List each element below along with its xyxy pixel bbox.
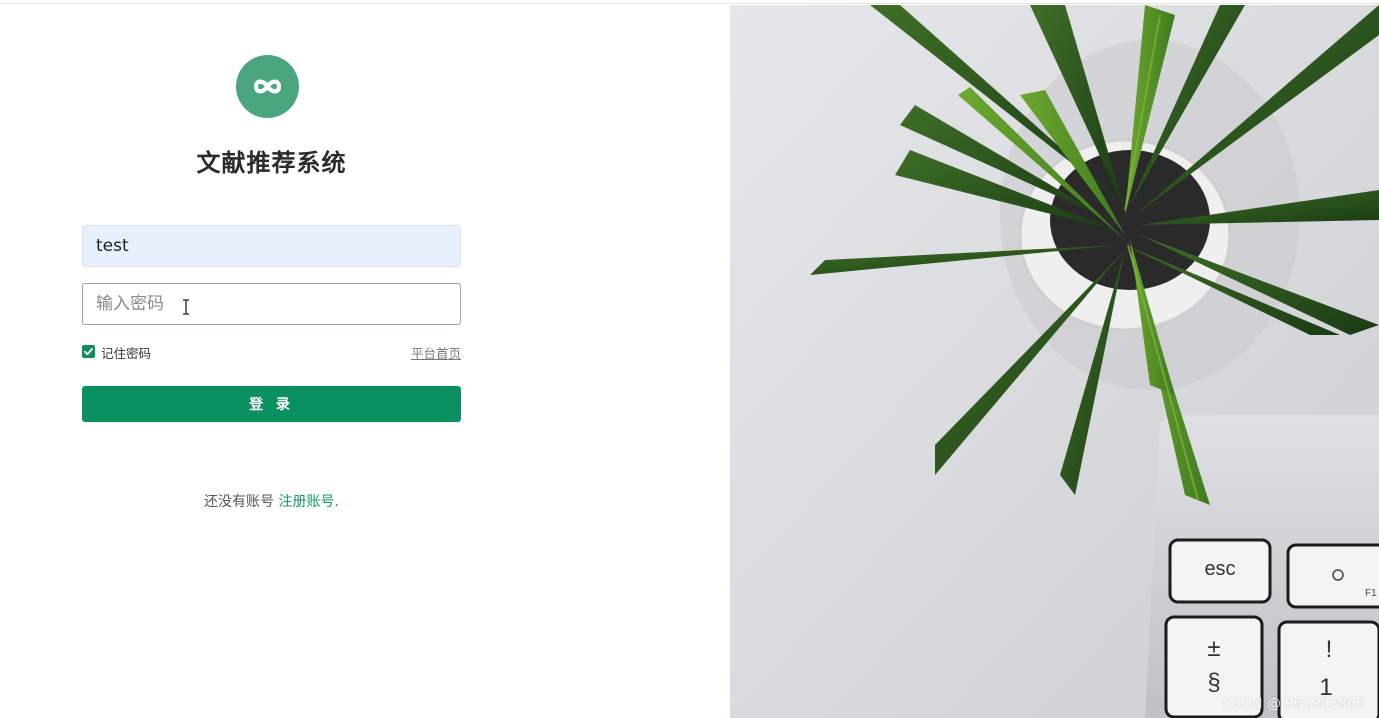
infinity-icon (253, 79, 282, 94)
register-prompt: 还没有账号 (204, 494, 275, 510)
checkmark-icon (84, 348, 93, 356)
watermark: CSDN @l961903965 (1222, 696, 1365, 712)
login-panel: 文献推荐系统 记住密码 平台首页 登 录 还没有账号 注册账号. (0, 5, 730, 718)
home-link[interactable]: 平台首页 (411, 343, 461, 362)
register-link[interactable]: 注册账号. (279, 494, 339, 510)
svg-text:esc: esc (1204, 558, 1235, 580)
register-row: 还没有账号 注册账号. (82, 491, 461, 511)
remember-checkbox[interactable] (82, 345, 95, 358)
hero-image: esc F1 ± § ! 1 CSDN @l961903965 (730, 5, 1379, 718)
remember-label[interactable]: 记住密码 (101, 343, 151, 362)
username-input[interactable] (82, 225, 461, 267)
app-title: 文献推荐系统 (196, 149, 347, 177)
app-logo (236, 55, 299, 118)
svg-text:F1: F1 (1365, 588, 1377, 599)
svg-text:§: § (1207, 669, 1220, 696)
svg-text:±: ± (1207, 635, 1220, 662)
login-button[interactable]: 登 录 (82, 386, 461, 422)
plant-keyboard-photo: esc F1 ± § ! 1 (730, 5, 1379, 718)
password-input[interactable] (82, 283, 461, 325)
svg-text:!: ! (1326, 636, 1333, 663)
remember-row: 记住密码 平台首页 (82, 343, 461, 362)
top-border (0, 0, 1379, 4)
